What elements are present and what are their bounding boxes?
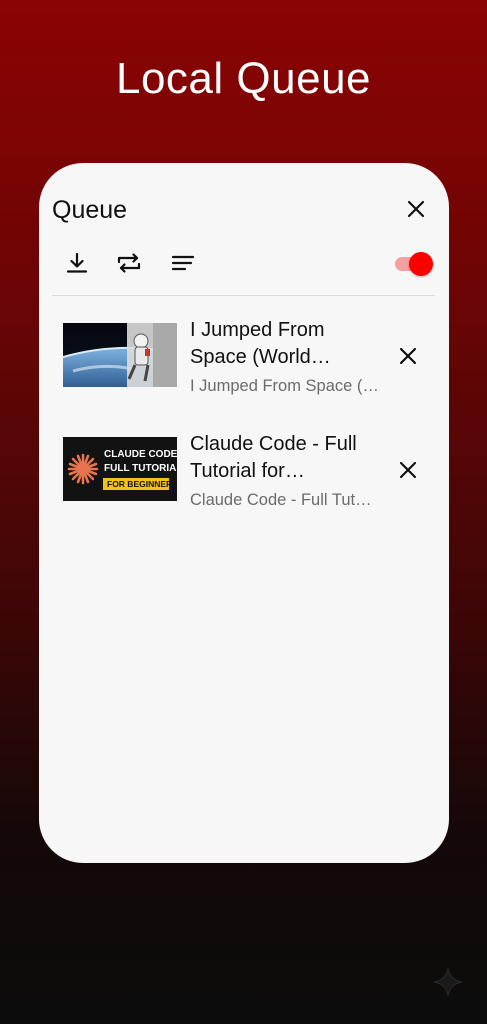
thumbnail-line-3: FOR BEGINNERS: [107, 479, 177, 489]
claude-code-thumbnail: CLAUDE CODE FULL TUTORIAL FOR BEGINNERS: [63, 437, 177, 501]
item-subtitle: I Jumped From Space (World Record Supers…: [190, 377, 380, 395]
close-button[interactable]: [405, 198, 427, 220]
remove-item-button[interactable]: [397, 345, 419, 367]
sort-button[interactable]: [169, 249, 197, 277]
repeat-icon: [117, 253, 141, 273]
queue-toolbar: [63, 249, 433, 279]
queue-panel: Queue I Jumped From Space (World I Jumpe…: [39, 163, 449, 863]
sparkle-icon: [432, 966, 464, 998]
item-subtitle: Claude Code - Full Tutorial for Beginner…: [190, 491, 380, 509]
download-button[interactable]: [63, 249, 91, 277]
item-title: I Jumped From Space (World Record Supers…: [190, 319, 325, 368]
queue-list: I Jumped From Space (World Record Supers…: [39, 315, 449, 543]
repeat-button[interactable]: [115, 249, 143, 277]
page-heading: Local Queue: [115, 54, 372, 103]
toggle-knob: [409, 252, 433, 276]
download-icon: [66, 252, 88, 273]
toolbar-divider: [52, 295, 435, 296]
sort-lines-icon: [171, 255, 195, 271]
close-icon: [399, 461, 417, 479]
queue-item[interactable]: CLAUDE CODE FULL TUTORIAL FOR BEGINNERS …: [39, 429, 449, 543]
thumbnail-line-1: CLAUDE CODE: [104, 449, 177, 460]
autoplay-toggle[interactable]: [395, 252, 433, 276]
item-title: Claude Code - Full Tutorial for Beginner…: [190, 433, 357, 482]
close-icon: [399, 347, 417, 365]
space-jump-thumbnail: [63, 323, 177, 387]
remove-item-button[interactable]: [397, 459, 419, 481]
panel-title: Queue: [52, 196, 128, 224]
close-icon: [407, 200, 425, 218]
queue-item[interactable]: I Jumped From Space (World Record Supers…: [39, 315, 449, 429]
thumbnail-line-2: FULL TUTORIAL: [104, 463, 177, 474]
